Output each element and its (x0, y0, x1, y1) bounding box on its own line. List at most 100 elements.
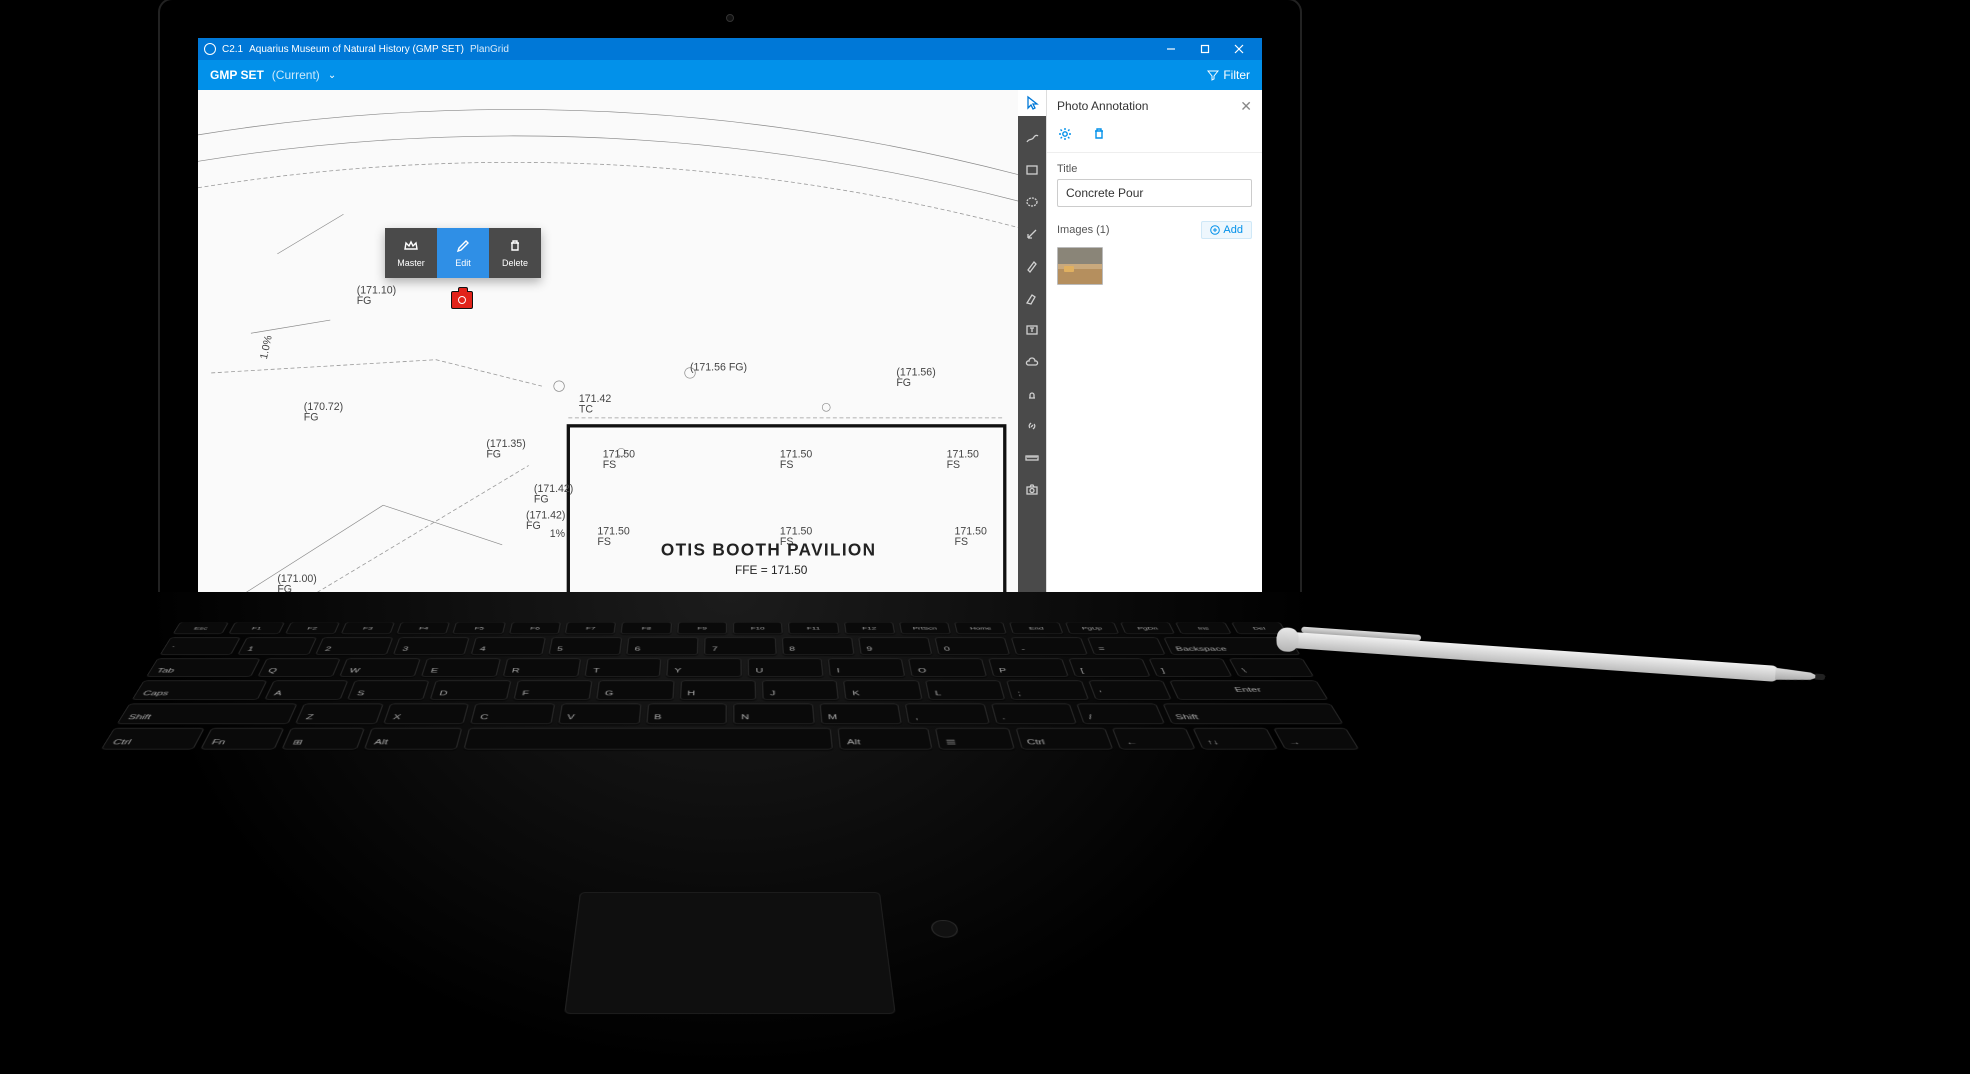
cloud-tool[interactable] (1022, 352, 1042, 372)
svg-text:171.50FS: 171.50FS (603, 449, 635, 472)
cursor-tool[interactable] (1018, 90, 1046, 116)
key-f6: F6 (509, 622, 561, 634)
plus-icon (1210, 225, 1220, 235)
ellipse-tool[interactable] (1022, 192, 1042, 212)
key-⊞: ⊞ (282, 728, 365, 750)
app-name: PlanGrid (470, 44, 509, 55)
svg-text:FFE = 171.50: FFE = 171.50 (735, 563, 808, 577)
camera-tool[interactable] (1022, 480, 1042, 500)
photo-annotation-pin[interactable] (451, 291, 473, 309)
window-close-button[interactable] (1222, 38, 1256, 60)
key-m: M (819, 704, 902, 725)
key-': ' (1088, 680, 1172, 700)
svg-text:(171.56 FG): (171.56 FG) (690, 361, 747, 373)
key-p: P (988, 658, 1069, 677)
key-pgdn: PgDn (1120, 622, 1175, 634)
stamp-tool[interactable] (1022, 384, 1042, 404)
link-tool[interactable] (1022, 416, 1042, 436)
key-a: A (264, 680, 349, 700)
key-esc: Esc (172, 622, 229, 634)
key-f: F (513, 680, 592, 700)
key-7: 7 (705, 637, 777, 655)
project-name: Aquarius Museum of Natural History (GMP … (249, 44, 464, 55)
master-button[interactable]: Master (385, 228, 437, 278)
key-9: 9 (858, 637, 932, 655)
key-8: 8 (781, 637, 854, 655)
svg-text:OTIS BOOTH PAVILION: OTIS BOOTH PAVILION (661, 539, 876, 559)
delete-button[interactable]: Delete (489, 228, 541, 278)
window-minimize-button[interactable] (1154, 38, 1188, 60)
images-label: Images (1) (1057, 224, 1110, 236)
svg-text:171.50FS: 171.50FS (780, 449, 812, 472)
window-titlebar: C2.1 Aquarius Museum of Natural History … (198, 38, 1262, 60)
trash-icon (507, 238, 523, 254)
key-/: / (1076, 704, 1164, 725)
key-`: ` (159, 637, 240, 655)
key-;: ; (1006, 680, 1088, 700)
key-v: V (558, 704, 641, 725)
svg-text:171.50FS: 171.50FS (597, 525, 629, 548)
svg-text:1%: 1% (550, 528, 566, 540)
key-f7: F7 (565, 622, 617, 634)
key-2: 2 (315, 637, 393, 655)
key-f11: F11 (788, 622, 839, 634)
key-f9: F9 (677, 622, 727, 634)
window-maximize-button[interactable] (1188, 38, 1222, 60)
key-r: R (503, 658, 581, 677)
key-shift: Shift (1162, 704, 1344, 725)
highlighter-tool[interactable] (1022, 288, 1042, 308)
key-h: H (679, 680, 756, 700)
key-n: N (733, 704, 814, 725)
key-y: Y (667, 658, 742, 677)
rectangle-tool[interactable] (1022, 160, 1042, 180)
key-5: 5 (549, 637, 623, 655)
key-b: B (646, 704, 727, 725)
key-←: ← (1112, 728, 1195, 750)
panel-close-button[interactable]: ✕ (1240, 98, 1252, 115)
key-pgup: PgUp (1065, 622, 1120, 634)
key-f5: F5 (453, 622, 506, 634)
panel-title: Photo Annotation (1057, 99, 1148, 113)
key-ins: Ins (1175, 622, 1231, 634)
key--: - (1010, 637, 1087, 655)
key-=: = (1087, 637, 1166, 655)
annotation-context-menu: Master Edit Delete (385, 228, 541, 278)
svg-text:(170.72)FG: (170.72)FG (304, 401, 343, 424)
webcam (726, 14, 734, 22)
edit-button[interactable]: Edit (437, 228, 489, 278)
pen-tool[interactable] (1022, 256, 1042, 276)
key-caps: Caps (131, 680, 266, 700)
filter-button[interactable]: Filter (1207, 68, 1250, 82)
gear-icon (1057, 126, 1073, 142)
sheet-set-dropdown[interactable]: GMP SET (Current) ⌄ (210, 68, 336, 82)
key-0: 0 (934, 637, 1010, 655)
add-image-button[interactable]: Add (1201, 221, 1252, 239)
panel-settings-button[interactable] (1057, 126, 1073, 142)
key-home: Home (954, 622, 1007, 634)
ruler-tool[interactable] (1022, 448, 1042, 468)
key-x: X (383, 704, 469, 725)
keyboard: EscF1F2F3F4F5F6F7F8F9F10F11F12PrtScnHome… (86, 622, 1375, 774)
key-e: E (421, 658, 501, 677)
key-o: O (908, 658, 987, 677)
key-f12: F12 (844, 622, 896, 634)
key-f2: F2 (285, 622, 340, 634)
title-input[interactable] (1057, 179, 1252, 207)
key-enter: Enter (1169, 680, 1328, 700)
key-4: 4 (471, 637, 546, 655)
key-f1: F1 (229, 622, 285, 634)
title-field-label: Title (1057, 163, 1252, 175)
key-alt: Alt (838, 728, 933, 750)
arrow-tool[interactable] (1022, 224, 1042, 244)
panel-delete-button[interactable] (1091, 126, 1107, 142)
key-s: S (347, 680, 430, 700)
svg-text:171.42TC: 171.42TC (579, 393, 611, 416)
key-c: C (471, 704, 556, 725)
key-[: [ (1068, 658, 1150, 677)
key-→: → (1273, 728, 1360, 750)
image-thumbnail[interactable] (1057, 247, 1103, 285)
freehand-tool[interactable] (1022, 128, 1042, 148)
laptop-keyboard-deck: EscF1F2F3F4F5F6F7F8F9F10F11F12PrtScnHome… (140, 592, 1320, 1072)
key-end: End (1009, 622, 1063, 634)
text-tool[interactable] (1022, 320, 1042, 340)
